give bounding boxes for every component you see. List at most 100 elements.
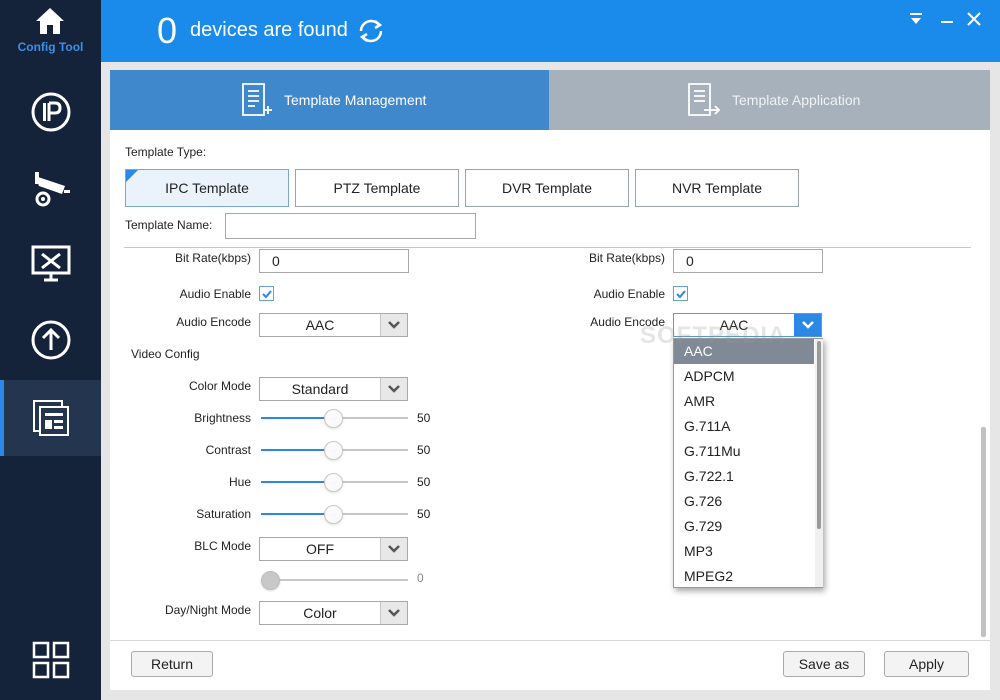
left-bitrate-input[interactable]: 0 <box>259 249 409 273</box>
sidebar-item-camera-settings[interactable] <box>0 150 101 226</box>
right-audio-enable-label: Audio Enable <box>593 287 665 301</box>
audio-encode-dropdown: AAC ADPCM AMR G.711A G.711Mu G.722.1 G.7… <box>673 338 823 588</box>
sidebar-item-system-tools[interactable] <box>0 226 101 302</box>
content-scrollbar-thumb[interactable] <box>981 427 986 637</box>
left-audio-enable-label: Audio Enable <box>179 287 251 301</box>
divider <box>124 247 971 248</box>
sidebar-item-ip[interactable] <box>0 74 101 150</box>
checkmark-icon <box>262 290 272 299</box>
slider-thumb[interactable] <box>324 441 343 460</box>
home-icon <box>36 8 64 34</box>
dropdown-option-g729[interactable]: G.729 <box>674 514 814 539</box>
header: 0 devices are found <box>101 0 1000 62</box>
blc-level-value: 0 <box>417 571 424 585</box>
hue-slider[interactable] <box>261 472 408 492</box>
template-type-label: Template Type: <box>125 145 207 159</box>
tab-template-management[interactable]: Template Management <box>110 70 549 130</box>
color-mode-label: Color Mode <box>188 379 251 393</box>
tab-bar: Template Management Template Application <box>110 70 990 130</box>
hue-label: Hue <box>228 475 251 489</box>
footer: Return Save as Apply <box>110 640 990 690</box>
return-button[interactable]: Return <box>131 651 213 677</box>
chevron-down-icon <box>388 545 400 553</box>
upload-icon <box>31 320 70 360</box>
home-button[interactable]: Config Tool <box>0 0 101 62</box>
blc-mode-label: BLC Mode <box>194 539 251 553</box>
devices-found-text: devices are found <box>190 19 348 41</box>
day-night-mode-value: Color <box>303 605 337 621</box>
slider-thumb[interactable] <box>324 505 343 524</box>
dropdown-option-adpcm[interactable]: ADPCM <box>674 364 814 389</box>
day-night-mode-label: Day/Night Mode <box>164 603 251 617</box>
contrast-slider[interactable] <box>261 440 408 460</box>
refresh-icon[interactable] <box>357 17 385 45</box>
sidebar-item-upgrade[interactable] <box>0 302 101 378</box>
color-mode-value: Standard <box>291 381 349 397</box>
ip-icon <box>31 92 70 132</box>
contrast-value: 50 <box>417 443 431 457</box>
saturation-slider[interactable] <box>261 504 408 524</box>
blc-mode-value: OFF <box>306 541 334 557</box>
chevron-down-icon <box>388 321 400 329</box>
tab-template-management-label: Template Management <box>284 92 427 108</box>
apply-button[interactable]: Apply <box>884 651 969 677</box>
checkmark-icon <box>676 290 686 299</box>
template-add-icon <box>242 83 272 116</box>
ptz-template-button[interactable]: PTZ Template <box>295 169 459 207</box>
dropdown-option-g7221[interactable]: G.722.1 <box>674 464 814 489</box>
save-as-button[interactable]: Save as <box>783 651 865 677</box>
saturation-label: Saturation <box>196 507 251 521</box>
right-audio-enable-checkbox[interactable] <box>673 286 688 301</box>
left-audio-encode-select[interactable]: AAC <box>259 313 408 337</box>
sidebar-item-template[interactable] <box>0 380 101 456</box>
slider-thumb[interactable] <box>324 473 343 492</box>
device-count: 0 <box>157 10 178 51</box>
grid-apps-icon <box>32 641 69 679</box>
slider-thumb[interactable] <box>324 409 343 428</box>
right-audio-encode-value: AAC <box>719 317 749 333</box>
chevron-down-icon <box>388 609 400 617</box>
minimize-icon[interactable] <box>937 10 957 28</box>
color-mode-select[interactable]: Standard <box>259 377 408 401</box>
tab-template-application-label: Template Application <box>732 92 861 108</box>
dropdown-scrollbar-thumb[interactable] <box>817 341 821 529</box>
left-bitrate-label: Bit Rate(kbps) <box>174 251 251 265</box>
brightness-label: Brightness <box>194 411 251 425</box>
day-night-mode-select[interactable]: Color <box>259 601 408 625</box>
tab-template-application[interactable]: Template Application <box>549 70 990 130</box>
sidebar-item-apps[interactable] <box>0 622 101 698</box>
template-name-label: Template Name: <box>125 218 213 232</box>
right-audio-encode-select[interactable]: AAC <box>673 313 822 337</box>
dropdown-option-mp3[interactable]: MP3 <box>674 539 814 564</box>
dropdown-option-g711mu[interactable]: G.711Mu <box>674 439 814 464</box>
dvr-template-button[interactable]: DVR Template <box>465 169 629 207</box>
camera-gear-icon <box>34 172 70 207</box>
nvr-template-button[interactable]: NVR Template <box>635 169 799 207</box>
ipc-template-button[interactable]: IPC Template <box>125 169 289 207</box>
template-name-input[interactable] <box>225 213 476 239</box>
template-icon <box>32 400 69 436</box>
brightness-value: 50 <box>417 411 431 425</box>
blc-mode-select[interactable]: OFF <box>259 537 408 561</box>
dropdown-option-mpeg2[interactable]: MPEG2 <box>674 564 814 589</box>
slider-thumb[interactable] <box>261 571 280 590</box>
hue-value: 50 <box>417 475 431 489</box>
tools-monitor-icon <box>31 245 70 282</box>
left-audio-enable-checkbox[interactable] <box>259 286 274 301</box>
video-config-label: Video Config <box>131 347 200 361</box>
chevron-down-icon <box>388 385 400 393</box>
close-icon[interactable] <box>964 10 984 28</box>
right-bitrate-input[interactable]: 0 <box>673 249 823 273</box>
chevron-down-icon <box>802 321 814 329</box>
dropdown-option-amr[interactable]: AMR <box>674 389 814 414</box>
blc-level-slider[interactable] <box>261 570 408 590</box>
dropdown-option-g711a[interactable]: G.711A <box>674 414 814 439</box>
contrast-label: Contrast <box>205 443 251 457</box>
dropdown-option-aac[interactable]: AAC <box>674 339 814 364</box>
brightness-slider[interactable] <box>261 408 408 428</box>
dropdown-option-g726[interactable]: G.726 <box>674 489 814 514</box>
right-bitrate-label: Bit Rate(kbps) <box>588 251 665 265</box>
menu-dropdown-icon[interactable] <box>906 10 926 28</box>
saturation-value: 50 <box>417 507 431 521</box>
right-audio-encode-label: Audio Encode <box>590 315 665 329</box>
